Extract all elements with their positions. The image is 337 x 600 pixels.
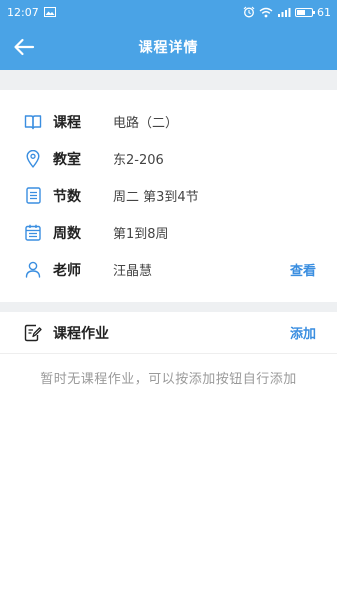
weeks-value: 第1到8周 [113, 227, 169, 242]
battery-fill [297, 9, 305, 15]
homework-header: 课程作业 添加 [0, 312, 337, 354]
classroom-row: 教室 东2-206 [0, 140, 337, 177]
location-pin-icon [24, 149, 42, 168]
calendar-icon [24, 224, 42, 242]
app-bar: 课程详情 [0, 24, 337, 70]
course-info-section: 课程 电路（二） 教室 东2-206 节数 周二 第3到4节 周数 第1到8周 … [0, 90, 337, 302]
edit-note-icon [24, 324, 42, 342]
page-title: 课程详情 [138, 40, 199, 56]
course-row: 课程 电路（二） [0, 103, 337, 140]
course-label: 课程 [53, 114, 81, 131]
battery-text: 61 [317, 5, 331, 19]
person-icon [24, 261, 42, 279]
course-value: 电路（二） [113, 116, 179, 131]
teacher-value: 汪晶慧 [113, 264, 153, 279]
weeks-label: 周数 [53, 225, 81, 242]
list-icon [24, 187, 42, 205]
status-bar: 12:07 61 [0, 0, 337, 24]
status-left: 12:07 [7, 6, 56, 19]
teacher-label: 老师 [53, 262, 81, 279]
status-right: 61 [243, 6, 331, 19]
status-time: 12:07 [7, 5, 39, 19]
wifi-icon [259, 7, 273, 18]
periods-value: 周二 第3到4节 [113, 190, 199, 205]
view-teacher-button[interactable]: 查看 [290, 260, 316, 279]
teacher-row: 老师 汪晶慧 查看 [0, 251, 337, 288]
periods-label: 节数 [53, 188, 81, 205]
image-icon [43, 7, 56, 17]
section-divider-top [0, 70, 337, 90]
section-divider-middle [0, 302, 337, 312]
classroom-value: 东2-206 [113, 153, 164, 168]
arrow-left-icon [14, 38, 35, 56]
periods-row: 节数 周二 第3到4节 [0, 177, 337, 214]
weeks-row: 周数 第1到8周 [0, 214, 337, 251]
alarm-icon [243, 6, 255, 18]
back-button[interactable] [12, 35, 36, 59]
signal-icon [277, 7, 291, 18]
book-icon [24, 113, 42, 131]
add-homework-button[interactable]: 添加 [290, 323, 316, 342]
battery-icon [295, 7, 315, 17]
homework-title: 课程作业 [53, 325, 109, 342]
classroom-label: 教室 [53, 151, 81, 168]
empty-homework-hint: 暂时无课程作业，可以按添加按钮自行添加 [40, 372, 297, 387]
